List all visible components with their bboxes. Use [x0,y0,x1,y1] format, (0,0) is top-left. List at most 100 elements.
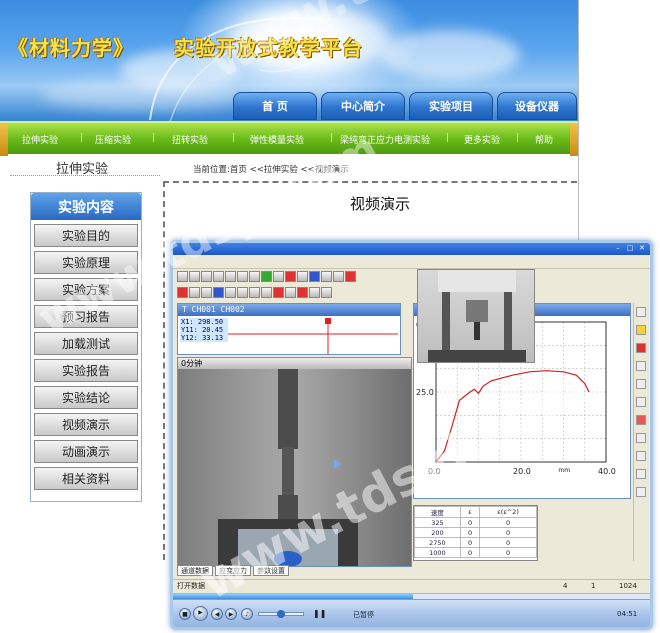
zoom-out-icon[interactable] [237,287,248,298]
cursor-icon[interactable] [261,287,272,298]
nav-compression[interactable]: 压缩实验 [95,133,131,146]
readout-y11: Y11: 20.45 [181,326,224,334]
table-cell: 0 [459,537,481,548]
film-icon[interactable] [189,287,200,298]
settings-icon[interactable] [321,271,332,282]
layout-icon[interactable] [213,287,224,298]
right-icon[interactable] [309,287,320,298]
volume-slider[interactable] [258,610,304,618]
diamond-icon[interactable] [297,287,308,298]
paste-icon[interactable] [249,271,260,282]
table-icon[interactable] [297,271,308,282]
tool-marker-icon[interactable] [636,325,646,335]
tool-image-icon[interactable] [636,415,646,425]
tool-select-icon[interactable] [636,379,646,389]
sidebar-item-video[interactable]: 视频演示 [34,413,138,436]
experiment-nav-bar: 拉伸实验 | 压缩实验 | 扭转实验 | 弹性模量实验 | 梁纯弯正应力电测实验… [0,121,578,156]
cut-icon[interactable] [225,271,236,282]
video-player-window: – □ ✕ T CH001 CH002 X1: 298.50 Y11: 20.4… [170,240,653,630]
next-button[interactable]: ▶ [225,608,237,620]
nav-more[interactable]: 更多实验 [464,133,500,146]
testing-machine-image [428,270,526,362]
left-icon[interactable] [285,287,296,298]
readout-y12: Y12: 33.13 [181,334,224,342]
nav-help[interactable]: 帮助 [535,133,553,146]
sidebar-item-report[interactable]: 实验报告 [34,359,138,382]
plus-icon[interactable] [273,287,284,298]
sidebar-item-plan[interactable]: 实验方案 [34,278,138,301]
minimize-icon[interactable]: – [613,244,623,253]
tab-equipment[interactable]: 设备仪器 [497,92,577,120]
save-icon[interactable] [201,271,212,282]
app-status-bar: 打开数据 4 1 1024 [173,579,650,591]
tool-record-icon[interactable] [636,343,646,353]
tab-experiments[interactable]: 实验项目 [409,92,493,120]
sidebar-header: 实验内容 [31,193,141,220]
tool-gear-icon[interactable] [636,433,646,443]
table-row[interactable]: 200 0 0 [414,527,537,538]
channel-icon[interactable] [261,271,272,282]
sidebar-item-principle[interactable]: 实验原理 [34,251,138,274]
print-icon[interactable] [213,271,224,282]
specimen-video-frame[interactable] [178,369,411,567]
banner-title-course: 《材料力学》 [8,36,134,60]
window-icon[interactable] [333,271,344,282]
grid-icon[interactable] [273,271,284,282]
record-icon[interactable] [285,271,296,282]
tool-arrow-icon[interactable] [636,307,646,317]
nav-torsion[interactable]: 扭转实验 [172,133,208,146]
open-icon[interactable] [189,271,200,282]
channel-window-title: T CH001 CH002 [178,304,400,316]
sidebar-item-load-test[interactable]: 加载测试 [34,332,138,355]
x-tick-label: 0.0 [428,467,441,476]
measure-icon[interactable] [249,287,260,298]
table-row[interactable]: 2750 0 0 [414,537,537,548]
tool-export-icon[interactable] [636,487,646,497]
copy-icon[interactable] [237,271,248,282]
sidebar-menu: 实验内容 实验目的 实验原理 实验方案 预习报告 加载测试 实验报告 实验结论 … [30,192,142,502]
stop-icon[interactable] [345,271,356,282]
stop-button[interactable]: ■ [179,608,191,620]
new-icon[interactable] [177,271,188,282]
tab-channel-data[interactable]: 通道数据 [177,565,213,576]
table-row[interactable]: 325 0 0 [414,517,537,528]
chart-icon[interactable] [309,271,320,282]
nav-tensile[interactable]: 拉伸实验 [22,133,58,146]
sidebar-item-resources[interactable]: 相关资料 [34,467,138,490]
right-tool-column [633,303,647,561]
tool-link-icon[interactable] [636,397,646,407]
sidebar-item-purpose[interactable]: 实验目的 [34,224,138,247]
cursor-readout: X1: 298.50 Y11: 20.45 Y12: 33.13 [180,318,228,342]
content-title: 视频演示 [350,195,411,213]
mute-button[interactable]: ♪ [241,608,253,620]
image-icon[interactable] [177,287,188,298]
tab-parameters[interactable]: 参数设置 [253,565,289,576]
nav-elastic-modulus[interactable]: 弹性模量实验 [250,133,304,146]
fit-icon[interactable] [321,287,332,298]
table-cell: 0 [479,517,537,528]
play-button[interactable]: ▶ [193,606,208,621]
tab-center-intro[interactable]: 中心简介 [321,92,405,120]
app-title-bar: – □ ✕ [173,243,650,255]
x-tick-label: 20.0 [513,467,531,476]
tab-home[interactable]: 首 页 [233,92,317,120]
sidebar-item-conclusion[interactable]: 实验结论 [34,386,138,409]
maximize-icon[interactable]: □ [625,244,635,253]
pause-icon[interactable]: ❚❚ [313,609,326,618]
close-icon[interactable]: ✕ [637,244,647,253]
volume-knob[interactable] [277,610,285,618]
nav-beam-bending[interactable]: 梁纯弯正应力电测实验 [340,133,430,146]
readout-x1: X1: 298.50 [181,318,224,326]
tool-grid-icon[interactable] [636,451,646,461]
arrow-icon[interactable] [201,287,212,298]
table-header: ε(ε^2) [479,506,537,518]
tool-pen-icon[interactable] [636,361,646,371]
zoom-in-icon[interactable] [225,287,236,298]
previous-button[interactable]: ◀ [211,608,223,620]
tool-list-icon[interactable] [636,469,646,479]
tab-strain-stress[interactable]: 应变应力 [215,565,251,576]
sidebar-item-prep-report[interactable]: 预习报告 [34,305,138,328]
app-menu-bar [173,255,650,269]
sidebar-item-animation[interactable]: 动画演示 [34,440,138,463]
table-row[interactable]: 1000 0 0 [414,547,537,558]
